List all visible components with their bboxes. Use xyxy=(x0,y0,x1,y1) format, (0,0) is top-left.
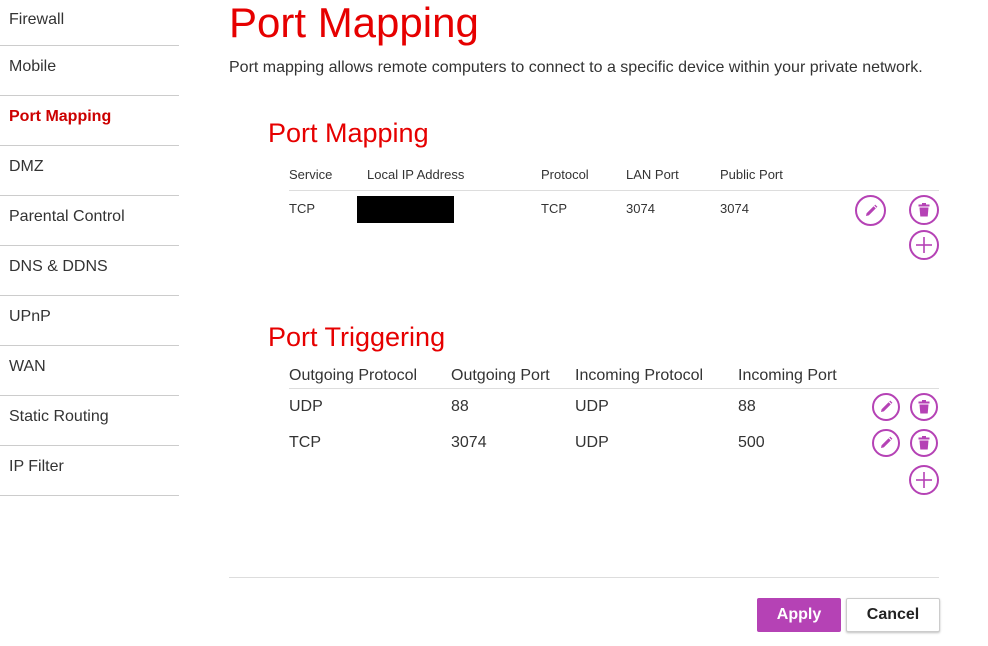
table-divider xyxy=(289,388,939,389)
column-header-incoming-protocol: Incoming Protocol xyxy=(575,367,704,384)
column-header-service: Service xyxy=(289,167,333,182)
sidebar-item-wan[interactable]: WAN xyxy=(0,346,179,396)
column-header-outgoing-protocol: Outgoing Protocol xyxy=(289,367,418,384)
cell-service: TCP xyxy=(289,201,315,216)
delete-button[interactable] xyxy=(909,195,939,225)
column-header-lan-port: LAN Port xyxy=(626,167,679,182)
column-header-local-ip: Local IP Address xyxy=(367,167,465,182)
pencil-icon xyxy=(864,204,878,218)
sidebar-nav: Firewall Mobile Port Mapping DMZ Parenta… xyxy=(0,0,179,496)
sidebar-item-port-mapping[interactable]: Port Mapping xyxy=(0,96,179,146)
cell-incoming-port: 88 xyxy=(738,398,756,415)
cell-incoming-protocol: UDP xyxy=(575,434,609,451)
redacted-ip-address xyxy=(357,196,454,223)
port-mapping-heading: Port Mapping xyxy=(268,118,429,148)
trash-icon xyxy=(918,436,930,450)
cell-incoming-port: 500 xyxy=(738,434,765,451)
sidebar-item-firewall[interactable]: Firewall xyxy=(0,0,179,46)
cell-protocol: TCP xyxy=(541,201,567,216)
cell-incoming-protocol: UDP xyxy=(575,398,609,415)
cell-outgoing-port: 3074 xyxy=(451,434,487,451)
sidebar-item-dns-ddns[interactable]: DNS & DDNS xyxy=(0,246,179,296)
pencil-icon xyxy=(879,436,893,450)
edit-button[interactable] xyxy=(855,195,886,226)
cell-outgoing-port: 88 xyxy=(451,398,469,415)
cell-lan-port: 3074 xyxy=(626,201,655,216)
plus-icon xyxy=(916,237,932,253)
plus-icon xyxy=(916,472,932,488)
add-port-mapping-button[interactable] xyxy=(909,230,939,260)
page-title: Port Mapping xyxy=(229,0,479,46)
table-divider xyxy=(289,190,939,191)
sidebar-item-ip-filter[interactable]: IP Filter xyxy=(0,446,179,496)
sidebar-item-mobile[interactable]: Mobile xyxy=(0,46,179,96)
port-triggering-heading: Port Triggering xyxy=(268,322,446,352)
page-description: Port mapping allows remote computers to … xyxy=(229,59,923,76)
column-header-public-port: Public Port xyxy=(720,167,783,182)
cell-public-port: 3074 xyxy=(720,201,749,216)
sidebar-item-static-routing[interactable]: Static Routing xyxy=(0,396,179,446)
add-port-trigger-button[interactable] xyxy=(909,465,939,495)
column-header-outgoing-port: Outgoing Port xyxy=(451,367,550,384)
apply-button[interactable]: Apply xyxy=(757,598,841,632)
cancel-button[interactable]: Cancel xyxy=(846,598,940,632)
column-header-incoming-port: Incoming Port xyxy=(738,367,837,384)
delete-button[interactable] xyxy=(910,393,938,421)
pencil-icon xyxy=(879,400,893,414)
sidebar-item-dmz[interactable]: DMZ xyxy=(0,146,179,196)
trash-icon xyxy=(918,203,930,217)
sidebar-item-parental-control[interactable]: Parental Control xyxy=(0,196,179,246)
edit-button[interactable] xyxy=(872,393,900,421)
cell-outgoing-protocol: TCP xyxy=(289,434,321,451)
sidebar-item-upnp[interactable]: UPnP xyxy=(0,296,179,346)
trash-icon xyxy=(918,400,930,414)
cell-outgoing-protocol: UDP xyxy=(289,398,323,415)
column-header-protocol: Protocol xyxy=(541,167,589,182)
footer-divider xyxy=(229,577,939,578)
delete-button[interactable] xyxy=(910,429,938,457)
edit-button[interactable] xyxy=(872,429,900,457)
